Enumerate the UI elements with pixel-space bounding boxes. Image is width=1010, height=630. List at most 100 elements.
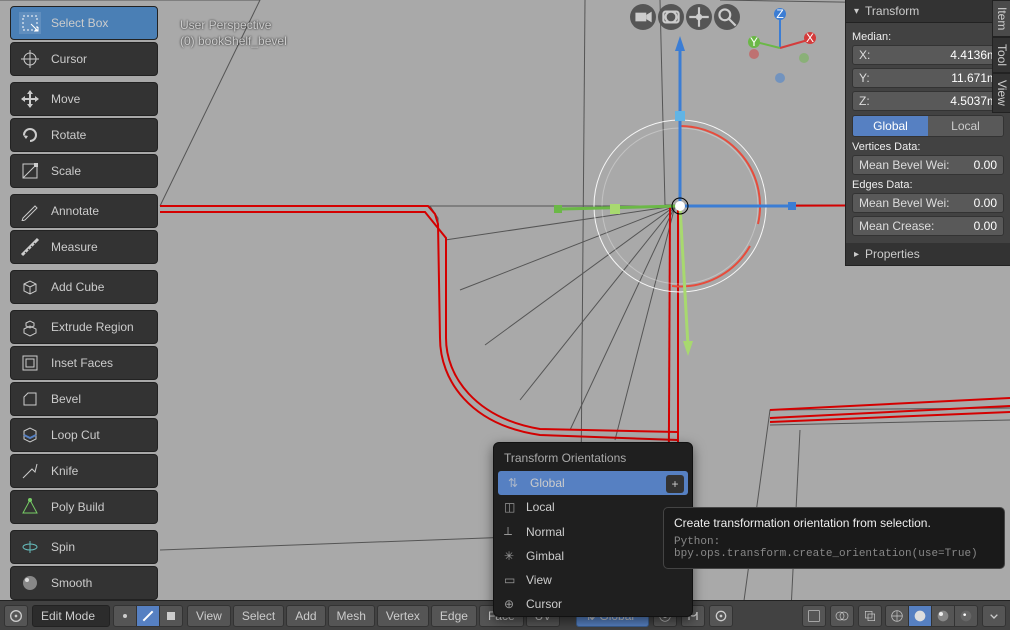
mean-crease-field[interactable]: Mean Crease:0.00 <box>852 216 1004 236</box>
solid-shading-icon[interactable] <box>908 605 932 627</box>
orientation-icon: ⇅ <box>508 476 522 490</box>
tool-move[interactable]: Move <box>10 82 158 116</box>
tool-spin[interactable]: Spin <box>10 530 158 564</box>
orientation-icon: ◫ <box>504 500 518 514</box>
menu-select[interactable]: Select <box>233 605 284 627</box>
tool-measure[interactable]: Measure <box>10 230 158 264</box>
wireframe-shading-icon[interactable] <box>885 605 909 627</box>
menu-edge[interactable]: Edge <box>431 605 477 627</box>
orientation-cursor[interactable]: ⊕Cursor <box>494 592 692 616</box>
editor-type-icon[interactable] <box>4 605 28 627</box>
annotate-icon <box>19 200 41 222</box>
pan-view-icon[interactable] <box>686 4 712 30</box>
edge-select-icon[interactable] <box>136 605 160 627</box>
tool-scale[interactable]: Scale <box>10 154 158 188</box>
tab-view[interactable]: View <box>992 73 1010 113</box>
sidebar-tabs: Item Tool View <box>992 0 1010 113</box>
overlays-icon[interactable] <box>830 605 854 627</box>
knife-icon <box>19 460 41 482</box>
tool-loop-cut[interactable]: Loop Cut <box>10 418 158 452</box>
scale-icon <box>19 160 41 182</box>
mesh-display-icon[interactable] <box>802 605 826 627</box>
tool-rotate[interactable]: Rotate <box>10 118 158 152</box>
tab-item[interactable]: Item <box>992 0 1010 37</box>
xray-icon[interactable] <box>858 605 882 627</box>
menu-view[interactable]: View <box>187 605 231 627</box>
mode-select[interactable]: Edit Mode <box>32 605 110 627</box>
tool-select-box[interactable]: Select Box <box>10 6 158 40</box>
median-z-field[interactable]: Z:4.5037m <box>852 91 1004 111</box>
toolbar: Select BoxCursor MoveRotateScale AnnotateM… <box>10 6 158 630</box>
transform-panel-header[interactable]: Transform <box>846 0 1010 23</box>
properties-panel-header[interactable]: Properties <box>846 243 1010 266</box>
proportional-edit-icon[interactable] <box>709 605 733 627</box>
axis-navigation-gizmo[interactable]: Z X Y <box>740 8 820 88</box>
tool-smooth[interactable]: Smooth <box>10 566 158 600</box>
orientation-global[interactable]: ⇅Global <box>498 471 688 495</box>
lookdev-shading-icon[interactable] <box>931 605 955 627</box>
menu-mesh[interactable]: Mesh <box>328 605 375 627</box>
spin-icon <box>19 536 41 558</box>
popup-title: Transform Orientations <box>494 443 692 471</box>
tool-cursor[interactable]: Cursor <box>10 42 158 76</box>
mean-bevel-weight-edge[interactable]: Mean Bevel Wei:0.00 <box>852 193 1004 213</box>
orientation-icon: ✳ <box>504 549 518 563</box>
svg-text:Y: Y <box>750 35 758 49</box>
edges-data-label: Edges Data: <box>852 179 1004 191</box>
object-name-label: (0) bookShelf_bevel <box>180 34 287 48</box>
orientation-view[interactable]: ▭View <box>494 568 692 592</box>
move-icon <box>19 88 41 110</box>
tool-add-cube[interactable]: Add Cube <box>10 270 158 304</box>
space-global[interactable]: Global <box>853 116 928 136</box>
poly-build-icon <box>19 496 41 518</box>
tool-knife[interactable]: Knife <box>10 454 158 488</box>
vertices-data-label: Vertices Data: <box>852 141 1004 153</box>
space-local[interactable]: Local <box>928 116 1003 136</box>
median-x-field[interactable]: X:4.4136m <box>852 45 1004 65</box>
measure-icon <box>19 236 41 258</box>
tooltip-text: Create transformation orientation from s… <box>674 516 994 530</box>
shading-options-icon[interactable] <box>982 605 1006 627</box>
space-toggle[interactable]: Global Local <box>852 115 1004 137</box>
median-y-field[interactable]: Y:11.671m <box>852 68 1004 88</box>
rendered-shading-icon[interactable] <box>954 605 978 627</box>
smooth-icon <box>19 572 41 594</box>
menu-add[interactable]: Add <box>286 605 325 627</box>
create-orientation-button[interactable]: + <box>666 475 684 493</box>
mean-bevel-weight-vert[interactable]: Mean Bevel Wei:0.00 <box>852 155 1004 175</box>
zoom-view-icon[interactable] <box>714 4 740 30</box>
tooltip-python: Python: bpy.ops.transform.create_orienta… <box>674 536 994 560</box>
shading-mode-group <box>886 605 978 627</box>
orientation-icon: ⊕ <box>504 597 518 611</box>
svg-text:Z: Z <box>776 8 783 21</box>
add-cube-icon <box>19 276 41 298</box>
face-select-icon[interactable] <box>159 605 183 627</box>
tool-inset-faces[interactable]: Inset Faces <box>10 346 158 380</box>
median-label: Median: <box>852 31 1004 43</box>
vertex-select-icon[interactable] <box>113 605 137 627</box>
tool-extrude-region[interactable]: Extrude Region <box>10 310 158 344</box>
bevel-icon <box>19 388 41 410</box>
tool-bevel[interactable]: Bevel <box>10 382 158 416</box>
camera-view-icon[interactable] <box>658 4 684 30</box>
tool-annotate[interactable]: Annotate <box>10 194 158 228</box>
extrude-region-icon <box>19 316 41 338</box>
tooltip: Create transformation orientation from s… <box>663 507 1005 569</box>
orientation-icon: ⟂ <box>504 524 518 539</box>
viewport-overlay-text: User Perspective (0) bookShelf_bevel <box>180 18 287 48</box>
select-box-icon <box>19 12 41 34</box>
camera-to-view-icon[interactable] <box>630 4 656 30</box>
menu-vertex[interactable]: Vertex <box>377 605 429 627</box>
loop-cut-icon <box>19 424 41 446</box>
viewport-header-icons <box>630 4 740 30</box>
inset-faces-icon <box>19 352 41 374</box>
select-mode-group <box>114 605 183 627</box>
n-panel: Transform Median: X:4.4136m Y:11.671m Z:… <box>845 0 1010 266</box>
orientation-icon: ▭ <box>504 573 518 587</box>
tab-tool[interactable]: Tool <box>992 37 1010 73</box>
cursor-icon <box>19 48 41 70</box>
svg-text:X: X <box>806 31 814 45</box>
tool-poly-build[interactable]: Poly Build <box>10 490 158 524</box>
perspective-label: User Perspective <box>180 18 287 32</box>
rotate-icon <box>19 124 41 146</box>
